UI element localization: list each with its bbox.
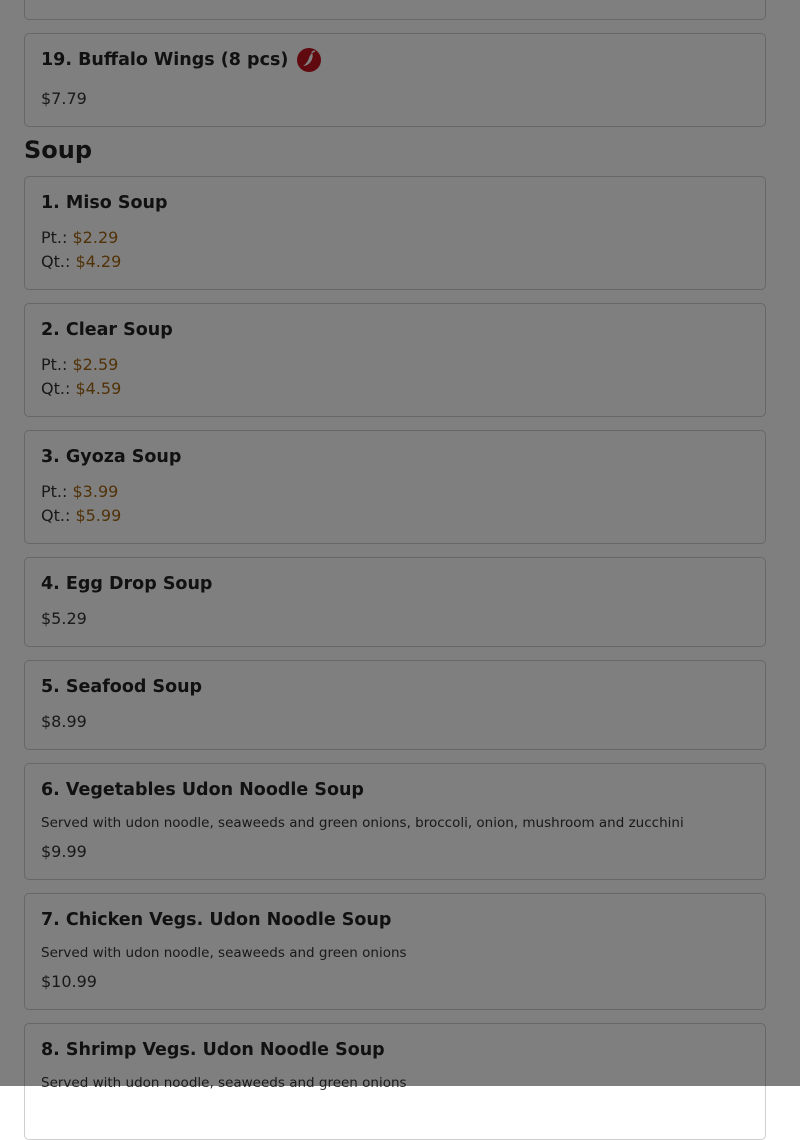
menu-page: 19. Buffalo Wings (8 pcs) $7.79 Soup 1. …: [0, 0, 800, 1140]
modal-backdrop-overlay[interactable]: [0, 0, 800, 1086]
